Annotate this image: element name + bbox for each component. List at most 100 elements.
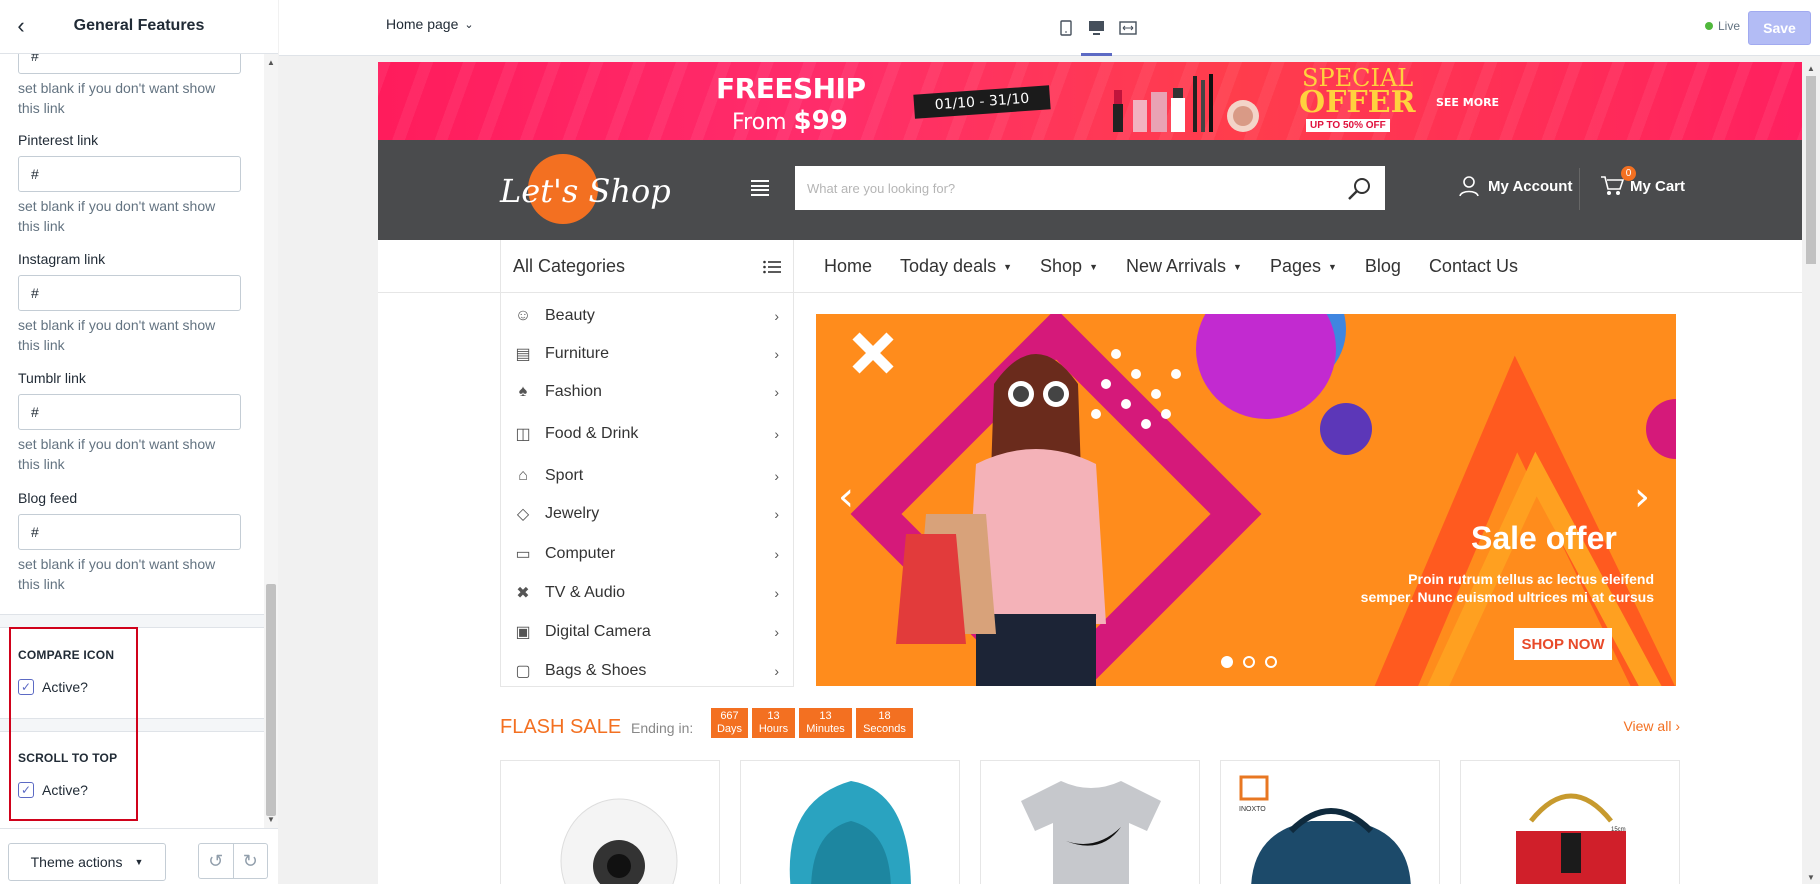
category-item-computer[interactable]: ▭ Computer ›: [501, 535, 795, 573]
shop-now-button[interactable]: SHOP NOW: [1514, 628, 1612, 660]
redo-icon[interactable]: ↻: [234, 844, 268, 878]
scrollbar-thumb[interactable]: [1806, 76, 1816, 264]
all-categories-toggle[interactable]: All Categories: [500, 240, 794, 293]
my-cart-link[interactable]: My Cart: [1600, 175, 1685, 197]
store-preview: FREESHIP From $99 01/10 - 31/10 SPECIAL …: [378, 62, 1802, 884]
compare-icon-active-checkbox[interactable]: ✓ Active?: [18, 679, 88, 695]
banner-offer: OFFER: [1299, 85, 1416, 120]
search-icon[interactable]: [1346, 176, 1372, 202]
category-item-sport[interactable]: ⌂ Sport ›: [501, 457, 795, 495]
my-account-link[interactable]: My Account: [1458, 175, 1572, 197]
theme-actions-button[interactable]: Theme actions ▼: [8, 843, 166, 881]
flash-sale-bar: FLASH SALE Ending in: 667 Days 13 Hours 13…: [500, 708, 1680, 742]
nav-item-new-arrivals[interactable]: New Arrivals ▼: [1112, 256, 1256, 277]
pinterest-link-input[interactable]: [18, 156, 241, 192]
scroll-up-icon[interactable]: ▲: [1807, 64, 1815, 73]
countdown-days: 667 Days: [711, 708, 748, 738]
slider-next-icon[interactable]: ›: [1634, 474, 1650, 520]
chevron-right-icon: ›: [774, 624, 779, 640]
fullwidth-view-icon[interactable]: [1112, 0, 1143, 56]
slide-subtitle-line: Proin rutrum tellus ac lectus eleifend: [1408, 571, 1654, 587]
user-icon: [1459, 176, 1479, 197]
countdown-value: 13: [819, 710, 832, 722]
nav-menu: Home Today deals ▼ Shop ▼ New Arrivals ▼ Pa…: [810, 240, 1532, 293]
nav-item-contact-us[interactable]: Contact Us: [1415, 256, 1532, 277]
scroll-down-icon[interactable]: ▼: [1807, 873, 1815, 882]
category-item-jewelry[interactable]: ◇ Jewelry ›: [501, 495, 795, 533]
promo-banner[interactable]: FREESHIP From $99 01/10 - 31/10 SPECIAL …: [378, 62, 1802, 140]
tv-audio-icon: ✖: [516, 585, 530, 602]
sidebar-scroll-area: set blank if you don't want show this li…: [0, 54, 264, 828]
instagram-link-input[interactable]: [18, 275, 241, 311]
nav-item-today-deals[interactable]: Today deals ▼: [886, 256, 1026, 277]
camera-icon: ▣: [515, 624, 531, 641]
search-input[interactable]: [795, 166, 1385, 210]
slider-dot[interactable]: [1221, 656, 1233, 668]
scroll-to-top-active-checkbox[interactable]: ✓ Active?: [18, 782, 88, 798]
field-help: set blank if you don't want show this li…: [18, 556, 216, 592]
sidebar-scrollbar[interactable]: ▲ ▼: [264, 54, 278, 828]
blog-feed-input[interactable]: [18, 514, 241, 550]
product-card[interactable]: [980, 760, 1200, 884]
page-selector-label: Home page: [386, 16, 459, 32]
list-icon: [763, 260, 781, 273]
section-divider: [0, 614, 264, 628]
slider-dot[interactable]: [1265, 656, 1277, 668]
preview-scrollbar[interactable]: ▲ ▼: [1802, 62, 1820, 884]
category-item-furniture[interactable]: ▤ Furniture ›: [501, 335, 795, 373]
countdown-hours: 13 Hours: [752, 708, 795, 738]
scroll-down-icon[interactable]: ▼: [267, 815, 275, 824]
category-item-digital-camera[interactable]: ▣ Digital Camera ›: [501, 613, 795, 651]
category-item-beauty[interactable]: ☺ Beauty ›: [501, 297, 795, 335]
category-label: Bags & Shoes: [545, 662, 647, 679]
sidebar-header: ‹ General Features: [0, 0, 278, 54]
banner-see-more-link[interactable]: SEE MORE: [1436, 96, 1499, 109]
banner-from-price: From $99: [732, 106, 848, 136]
category-item-food-drink[interactable]: ◫ Food & Drink ›: [501, 415, 795, 453]
tumblr-link-input[interactable]: [18, 394, 241, 430]
view-all-link[interactable]: View all ›: [1623, 718, 1680, 734]
banner-upto: UP TO 50% OFF: [1306, 119, 1390, 132]
desktop-view-icon[interactable]: [1081, 0, 1112, 56]
hamburger-menu-icon[interactable]: [751, 180, 769, 196]
checkmark-icon: ✓: [18, 782, 34, 798]
brand-label: INOXTO: [1239, 806, 1266, 813]
product-card[interactable]: 15cm: [1460, 760, 1680, 884]
nav-item-home[interactable]: Home: [810, 256, 886, 277]
mobile-view-icon[interactable]: [1050, 0, 1081, 56]
laptop-icon: ▭: [515, 546, 531, 563]
category-item-fashion[interactable]: ♠ Fashion ›: [501, 373, 795, 411]
product-card[interactable]: INOXTO: [1220, 760, 1440, 884]
slide-subtitle: Proin rutrum tellus ac lectus eleifend s…: [1334, 570, 1654, 606]
category-item-bags-shoes[interactable]: ▢ Bags & Shoes ›: [501, 652, 795, 690]
caret-down-icon: ▼: [1233, 261, 1242, 272]
facebook-link-input[interactable]: [18, 54, 241, 74]
hero-slider[interactable]: ‹ › Sale offer Proin rutrum tellus ac le…: [816, 314, 1676, 686]
scrollbar-thumb[interactable]: [266, 584, 276, 816]
scroll-up-icon[interactable]: ▲: [267, 58, 275, 67]
category-label: TV & Audio: [545, 584, 626, 601]
undo-icon[interactable]: ↺: [199, 844, 234, 878]
nav-item-pages[interactable]: Pages ▼: [1256, 256, 1351, 277]
slider-dot[interactable]: [1243, 656, 1255, 668]
shop-header: Let's Shop My Account My Cart 0: [378, 140, 1802, 240]
product-card[interactable]: [500, 760, 720, 884]
save-button[interactable]: Save: [1748, 11, 1811, 45]
nav-item-shop[interactable]: Shop ▼: [1026, 256, 1112, 277]
shop-logo[interactable]: Let's Shop: [500, 150, 671, 230]
page-selector[interactable]: Home page ⌄: [386, 16, 474, 32]
slider-prev-icon[interactable]: ‹: [838, 474, 854, 520]
product-card[interactable]: [740, 760, 960, 884]
sidebar-title: General Features: [73, 17, 205, 34]
nav-item-blog[interactable]: Blog: [1351, 256, 1415, 277]
field-help: set blank if you don't want show this li…: [18, 198, 216, 234]
banner-freeship: FREESHIP: [716, 72, 866, 105]
scroll-to-top-section-title: SCROLL TO TOP: [18, 751, 118, 765]
category-label: Sport: [545, 467, 584, 484]
category-label: Fashion: [545, 383, 602, 400]
flash-sale-title: FLASH SALE: [500, 716, 622, 738]
banner-price: $99: [793, 106, 848, 136]
countdown-value: 13: [767, 710, 780, 722]
countdown-unit: Minutes: [806, 723, 845, 735]
category-item-tv-audio[interactable]: ✖ TV & Audio ›: [501, 574, 795, 612]
